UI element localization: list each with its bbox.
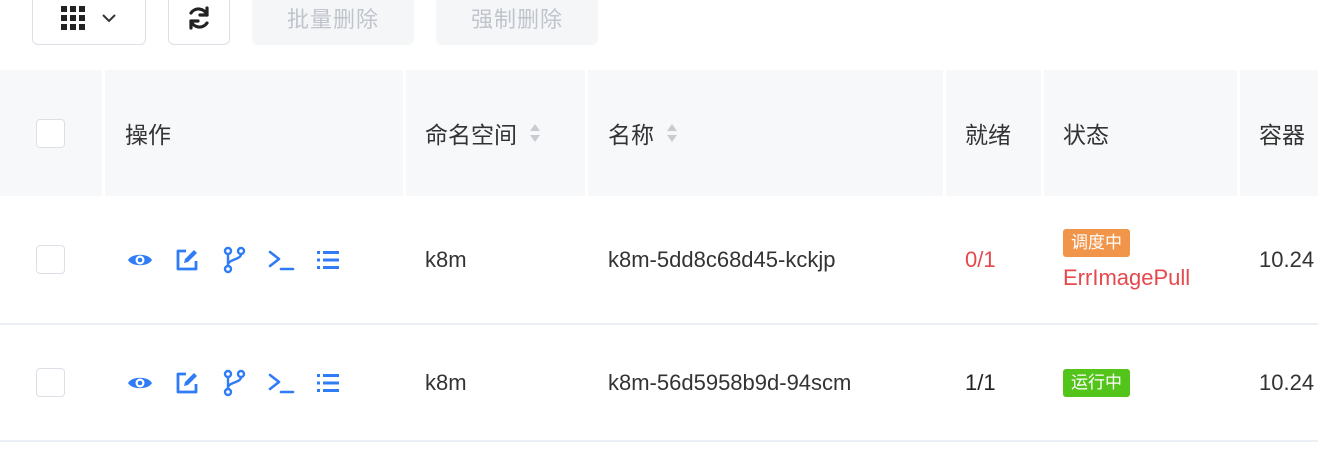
status-cell: 调度中 ErrImagePull: [1063, 196, 1190, 323]
column-divider: [403, 70, 406, 196]
terminal-icon[interactable]: [266, 368, 296, 398]
column-divider: [1041, 70, 1044, 196]
force-delete-button[interactable]: 强制删除: [436, 0, 598, 45]
header-namespace-label: 命名空间: [425, 122, 517, 148]
edit-icon[interactable]: [172, 368, 202, 398]
header-status: 状态: [1063, 122, 1109, 148]
column-toggle-button[interactable]: [32, 0, 146, 45]
batch-delete-button[interactable]: 批量删除: [252, 0, 414, 45]
refresh-icon: [185, 4, 213, 32]
status-detail: ErrImagePull: [1063, 264, 1191, 290]
column-divider: [585, 70, 588, 196]
table-row: k8m k8m-56d5958b9d-94scm 1/1 运行中 10.24: [0, 325, 1318, 442]
pod-name-cell: k8m-5dd8c68d45-kckjp: [608, 246, 836, 272]
header-namespace[interactable]: 命名空间: [425, 70, 541, 196]
pod-name-cell: k8m-56d5958b9d-94scm: [608, 369, 852, 395]
row-checkbox[interactable]: [36, 245, 65, 274]
status-badge: 运行中: [1063, 368, 1130, 397]
terminal-icon[interactable]: [266, 245, 296, 275]
eye-icon[interactable]: [125, 368, 155, 398]
namespace-cell: k8m: [425, 369, 467, 395]
container-ip-cell: 10.24: [1259, 246, 1315, 272]
sort-icon[interactable]: [666, 122, 678, 144]
branch-icon[interactable]: [219, 245, 249, 275]
header-ready: 就绪: [965, 122, 1011, 148]
header-select-all-cell: [36, 70, 65, 196]
status-cell: 运行中: [1063, 325, 1130, 440]
row-actions: [125, 325, 360, 440]
column-divider: [102, 70, 105, 196]
row-actions: [125, 196, 360, 323]
column-divider: [1237, 70, 1240, 196]
grid-icon: [60, 5, 86, 31]
ready-cell: 0/1: [965, 246, 996, 272]
header-name-label: 名称: [608, 122, 654, 148]
header-actions: 操作: [125, 122, 171, 148]
select-all-checkbox[interactable]: [36, 118, 65, 148]
toolbar: 批量删除 强制删除: [0, 0, 1318, 50]
ready-cell: 1/1: [965, 369, 996, 395]
container-ip-cell: 10.24: [1259, 369, 1315, 395]
table-header: 操作 命名空间 名称 就绪 状态 容器: [0, 70, 1318, 196]
branch-icon[interactable]: [219, 368, 249, 398]
list-icon[interactable]: [313, 368, 343, 398]
row-select-cell: [36, 325, 65, 440]
header-container-ip: 容器: [1259, 122, 1305, 148]
edit-icon[interactable]: [172, 245, 202, 275]
sort-icon[interactable]: [529, 122, 541, 144]
status-badge: 调度中: [1063, 228, 1130, 257]
eye-icon[interactable]: [125, 245, 155, 275]
column-divider: [943, 70, 946, 196]
refresh-button[interactable]: [168, 0, 230, 45]
namespace-cell: k8m: [425, 246, 467, 272]
list-icon[interactable]: [313, 245, 343, 275]
header-name[interactable]: 名称: [608, 70, 678, 196]
chevron-down-icon: [100, 9, 118, 27]
table-row: k8m k8m-5dd8c68d45-kckjp 0/1 调度中 ErrImag…: [0, 196, 1318, 325]
row-checkbox[interactable]: [36, 368, 65, 397]
row-select-cell: [36, 196, 65, 323]
